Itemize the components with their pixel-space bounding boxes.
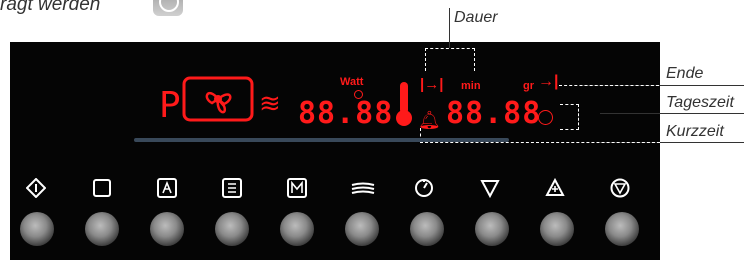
label-tageszeit: Tageszeit bbox=[666, 94, 734, 111]
unit-watt: Watt bbox=[340, 76, 364, 88]
knob-7[interactable] bbox=[410, 212, 444, 246]
knob-8[interactable] bbox=[475, 212, 509, 246]
knob-6[interactable] bbox=[345, 212, 379, 246]
list-icon[interactable] bbox=[222, 178, 242, 198]
power-icon bbox=[153, 0, 183, 16]
knob-10[interactable] bbox=[605, 212, 639, 246]
progress-bar bbox=[134, 138, 509, 142]
stop-icon[interactable] bbox=[610, 178, 630, 198]
knob-1[interactable] bbox=[20, 212, 54, 246]
knob-2[interactable] bbox=[85, 212, 119, 246]
a-icon[interactable] bbox=[157, 178, 177, 198]
clock-icon[interactable] bbox=[414, 178, 434, 198]
waves-icon[interactable] bbox=[351, 178, 375, 198]
down-triangle-icon[interactable] bbox=[480, 178, 500, 199]
knob-4[interactable] bbox=[215, 212, 249, 246]
clock-display-icon bbox=[538, 110, 553, 125]
ende-dashed-line bbox=[559, 85, 659, 86]
knob-5[interactable] bbox=[280, 212, 314, 246]
label-kurzzeit: Kurzzeit bbox=[666, 123, 724, 140]
label-dauer: Dauer bbox=[454, 9, 498, 26]
knob-9[interactable] bbox=[540, 212, 574, 246]
time-value: 88.88 bbox=[446, 96, 542, 131]
label-ende: Ende bbox=[666, 65, 704, 82]
up-triangle-icon[interactable] bbox=[545, 177, 565, 198]
square-icon[interactable] bbox=[92, 178, 112, 198]
knob-3[interactable] bbox=[150, 212, 184, 246]
power-value: 88.88 bbox=[298, 96, 394, 131]
heat-waves-icon: ≋ bbox=[259, 88, 281, 118]
program-letter: P bbox=[159, 85, 182, 126]
thermometer-icon bbox=[394, 80, 414, 128]
duration-start-icon: |→| bbox=[420, 76, 444, 93]
tageszeit-bracket bbox=[560, 104, 579, 130]
tageszeit-leader-line bbox=[600, 113, 744, 114]
end-time-icon: →| bbox=[538, 73, 559, 90]
dauer-leader-line bbox=[449, 8, 450, 48]
dauer-bracket bbox=[425, 48, 475, 71]
unit-min: min bbox=[461, 80, 481, 92]
fan-program-icon bbox=[182, 76, 254, 122]
bell-icon: 🔔︎ bbox=[418, 110, 441, 130]
kurzzeit-dashed-line bbox=[420, 142, 660, 143]
top-fragment-text: ragt werden bbox=[0, 0, 101, 15]
unit-gr: gr bbox=[523, 80, 534, 92]
m-icon[interactable] bbox=[287, 178, 307, 198]
start-diamond-icon[interactable] bbox=[25, 177, 47, 199]
